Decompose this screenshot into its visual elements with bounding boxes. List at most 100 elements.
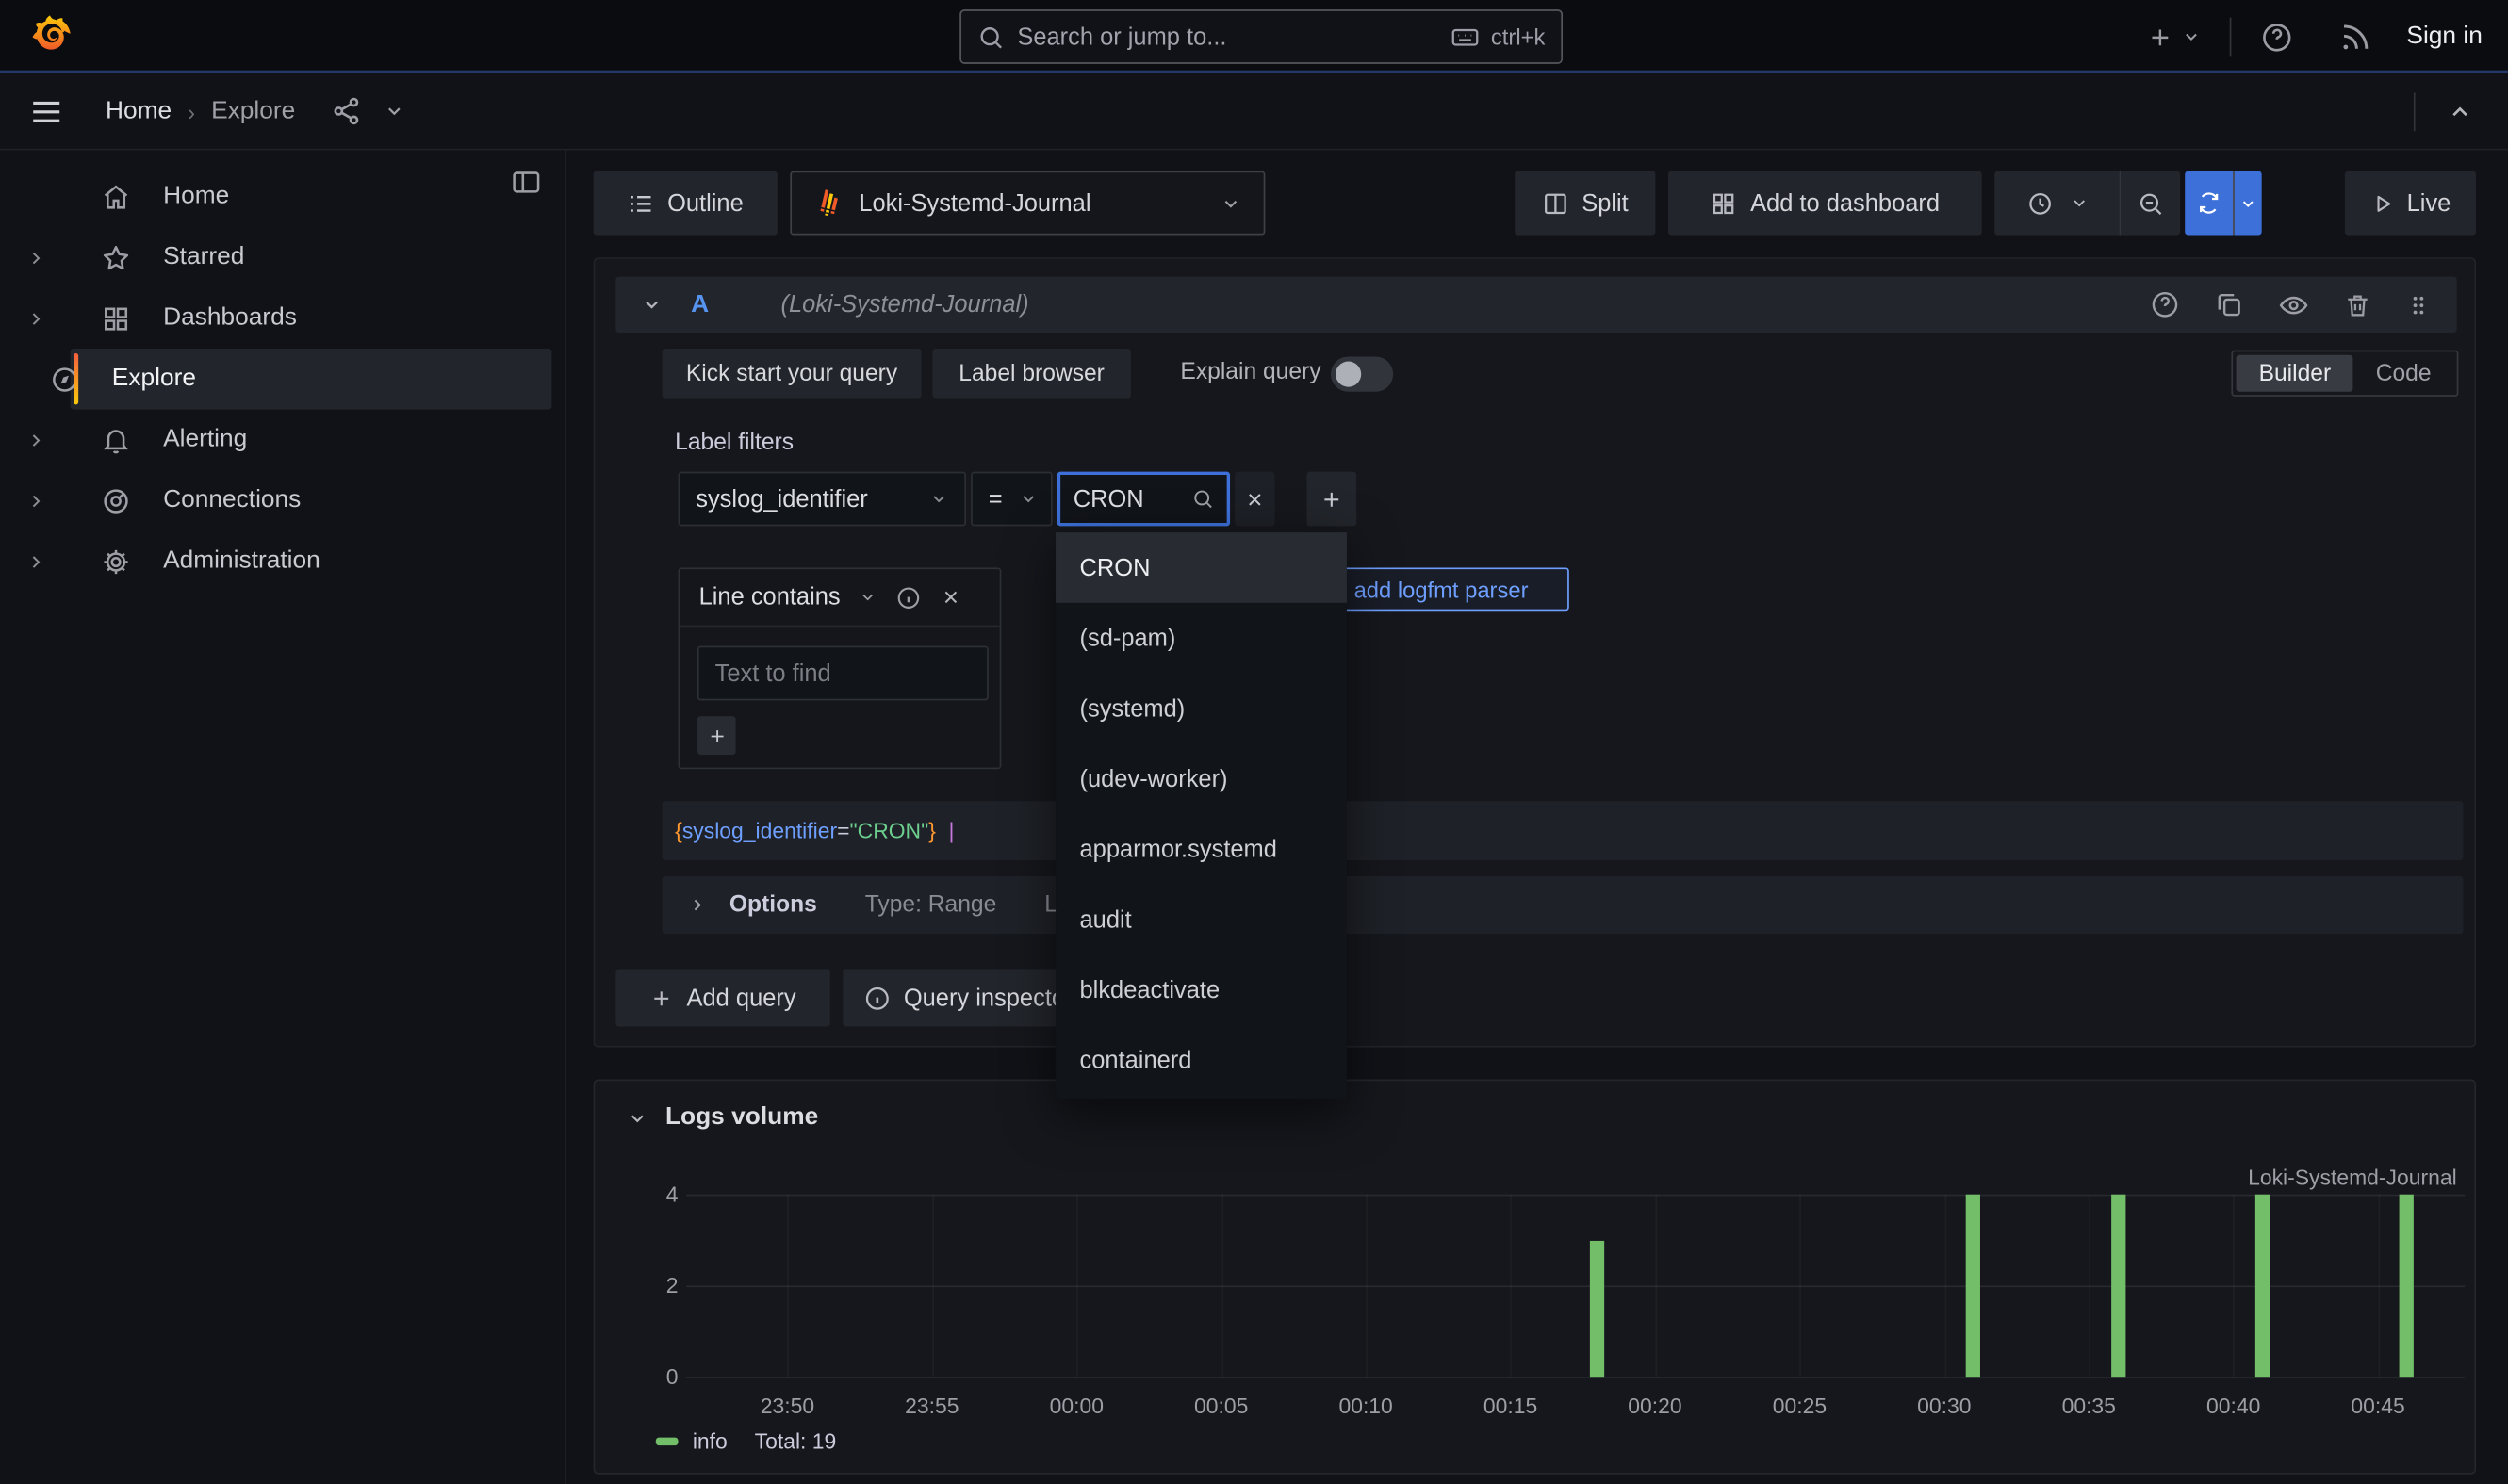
kick-start-query-button[interactable]: Kick start your query: [663, 349, 922, 399]
line-contains-title[interactable]: Line contains: [699, 583, 841, 611]
sidebar-item-starred[interactable]: Starred: [0, 227, 551, 287]
help-icon[interactable]: [2259, 20, 2293, 54]
drag-handle-icon[interactable]: [2405, 292, 2431, 318]
x-tick-label: 00:45: [2351, 1394, 2404, 1418]
x-tick-label: 00:15: [1483, 1394, 1537, 1418]
sidebar-item-alerting[interactable]: Alerting: [0, 409, 551, 469]
duplicate-query-icon[interactable]: [2214, 289, 2244, 319]
log-volume-bar[interactable]: [2110, 1195, 2124, 1377]
zoom-out-time-button[interactable]: [2121, 171, 2180, 236]
chevron-right-icon[interactable]: [0, 247, 71, 268]
sidebar-item-connections[interactable]: Connections: [0, 470, 551, 530]
query-options-row[interactable]: Options Type: Range Line limit: [663, 876, 2464, 934]
new-plus-icon[interactable]: [2146, 24, 2201, 51]
sidebar-item-dashboards[interactable]: Dashboards: [0, 287, 551, 348]
sidebar-item-administration[interactable]: Administration: [0, 530, 551, 591]
sidebar-item-home[interactable]: Home: [0, 166, 551, 226]
hide-query-eye-icon[interactable]: [2278, 288, 2310, 320]
add-logfmt-parser-hint-button[interactable]: add logfmt parser: [1313, 567, 1569, 611]
add-text-filter-button[interactable]: [697, 716, 736, 755]
operator-select[interactable]: =: [971, 472, 1053, 527]
global-search-input[interactable]: Search or jump to... ctrl+k: [959, 9, 1563, 64]
run-query-refresh-button[interactable]: [2185, 171, 2233, 236]
outline-button[interactable]: Outline: [594, 171, 778, 236]
chevron-right-icon[interactable]: [0, 490, 71, 511]
collapse-logs-volume-chevron-icon[interactable]: [627, 1107, 647, 1128]
sidebar-nav: Home Starred Dashboards Explore Alerting: [0, 151, 566, 1484]
dropdown-option[interactable]: (systemd): [1056, 673, 1347, 743]
label-value-input[interactable]: CRON: [1057, 472, 1230, 527]
code-mode-tab[interactable]: Code: [2353, 355, 2453, 392]
split-button[interactable]: Split: [1515, 171, 1655, 236]
label-browser-button[interactable]: Label browser: [932, 349, 1130, 399]
logs-volume-title: Logs volume: [665, 1103, 818, 1133]
gridline-h: [686, 1285, 2465, 1287]
chevron-right-icon[interactable]: [0, 551, 71, 572]
dropdown-option[interactable]: blkdeactivate: [1056, 954, 1347, 1025]
share-icon[interactable]: [331, 96, 361, 126]
gridline-v: [932, 1195, 934, 1377]
x-tick-label: 00:10: [1338, 1394, 1392, 1418]
log-volume-bar[interactable]: [1966, 1195, 1980, 1377]
explain-query-label: Explain query: [1180, 360, 1320, 385]
dropdown-option[interactable]: (udev-worker): [1056, 743, 1347, 814]
value-suggestions-dropdown: CRON(sd-pam)(systemd)(udev-worker)apparm…: [1056, 530, 1347, 1099]
chevron-right-icon[interactable]: [0, 430, 71, 450]
dropdown-option[interactable]: audit: [1056, 884, 1347, 954]
search-placeholder: Search or jump to...: [1017, 24, 1449, 51]
query-help-icon[interactable]: [2150, 289, 2180, 319]
x-tick-label: 00:40: [2206, 1394, 2260, 1418]
add-query-button[interactable]: Add query: [615, 969, 829, 1026]
chevron-right-icon[interactable]: [0, 308, 71, 329]
x-tick-label: 00:05: [1194, 1394, 1248, 1418]
outline-list-icon: [628, 189, 655, 217]
log-volume-bar[interactable]: [2255, 1195, 2270, 1377]
logs-volume-plot[interactable]: [686, 1195, 2465, 1377]
x-tick-label: 23:50: [761, 1394, 814, 1418]
chevron-down-icon: [1221, 192, 1241, 213]
breadcrumb-bar: Home › Explore: [0, 73, 2508, 150]
add-label-filter-button[interactable]: [1307, 472, 1357, 527]
delete-query-trash-icon[interactable]: [2343, 290, 2372, 319]
text-to-find-input[interactable]: [697, 646, 989, 701]
x-axis-labels: 23:5023:5500:0000:0500:1000:1500:2000:25…: [686, 1394, 2465, 1424]
builder-mode-tab[interactable]: Builder: [2237, 355, 2353, 392]
breadcrumb-chevron-down-icon[interactable]: [384, 101, 404, 122]
grafana-logo[interactable]: [25, 11, 76, 62]
query-row-header[interactable]: A (Loki-Systemd-Journal): [615, 277, 2456, 333]
collapse-query-chevron-down-icon[interactable]: [642, 294, 663, 315]
x-tick-label: 23:55: [905, 1394, 959, 1418]
clock-icon: [2025, 189, 2053, 217]
options-label: Options: [729, 892, 817, 918]
news-rss-icon[interactable]: [2337, 20, 2371, 54]
log-volume-bar[interactable]: [1590, 1240, 1604, 1377]
zoom-out-icon: [2137, 189, 2164, 217]
label-name-select[interactable]: syslog_identifier: [679, 472, 966, 527]
dropdown-option[interactable]: CRON: [1056, 532, 1347, 603]
info-circle-icon[interactable]: [896, 584, 922, 610]
explain-query-toggle[interactable]: [1331, 356, 1393, 391]
log-volume-bar[interactable]: [2400, 1195, 2414, 1377]
sign-in-link[interactable]: Sign in: [2406, 23, 2482, 52]
datasource-picker[interactable]: Loki-Systemd-Journal: [790, 171, 1265, 236]
live-button[interactable]: Live: [2345, 171, 2476, 236]
refresh-sync-icon: [2196, 190, 2221, 216]
breadcrumb-home[interactable]: Home: [106, 97, 172, 126]
remove-label-filter-x-icon[interactable]: [1235, 472, 1274, 527]
dropdown-option[interactable]: apparmor.systemd: [1056, 814, 1347, 885]
alerting-bell-icon: [71, 425, 160, 455]
options-chevron-right-icon: [688, 895, 707, 914]
sidebar-item-explore[interactable]: Explore: [71, 349, 552, 409]
chevron-down-icon[interactable]: [860, 589, 877, 607]
dropdown-option[interactable]: containerd: [1056, 1025, 1347, 1096]
add-to-dashboard-button[interactable]: Add to dashboard: [1668, 171, 1982, 236]
time-range-picker[interactable]: [1994, 171, 2119, 236]
search-icon: [1191, 488, 1214, 511]
refresh-interval-dropdown[interactable]: [2235, 171, 2262, 236]
mega-menu-toggle[interactable]: [29, 93, 64, 128]
dropdown-option[interactable]: (sd-pam): [1056, 603, 1347, 674]
legend-series-label[interactable]: info: [693, 1429, 728, 1453]
series-legend[interactable]: Loki-Systemd-Journal: [2248, 1166, 2457, 1189]
collapse-top-chevron-up-icon[interactable]: [2448, 98, 2473, 123]
remove-operation-x-icon[interactable]: [942, 587, 962, 608]
